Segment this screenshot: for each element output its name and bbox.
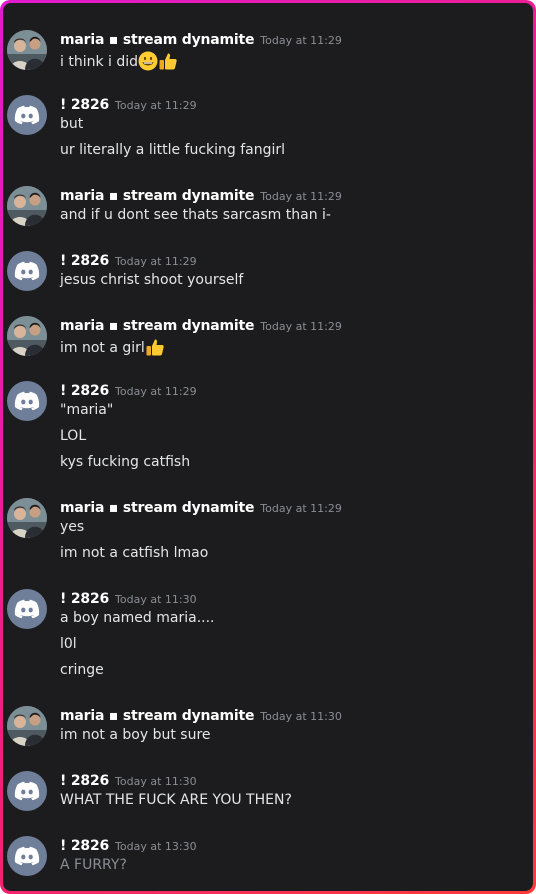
- message-header: ! 2826 Today at 11:29: [60, 94, 197, 114]
- message-text: but: [60, 116, 83, 132]
- user-avatar[interactable]: [7, 498, 47, 538]
- discord-logo-icon: [14, 599, 40, 619]
- message-text-content: im not a catfish lmao: [60, 545, 209, 561]
- message-text: i think i did: [60, 51, 178, 71]
- author-name[interactable]: maria ▪ stream dynamite: [60, 188, 254, 204]
- message-text: cringe: [60, 662, 104, 678]
- message-header: maria ▪ stream dynamite Today at 11:29: [60, 29, 342, 49]
- message-header: ! 2826 Today at 11:30: [60, 770, 197, 790]
- user-avatar[interactable]: [7, 316, 47, 356]
- message-timestamp: Today at 11:29: [260, 34, 342, 47]
- message-text-content: "maria": [60, 402, 114, 418]
- user-avatar[interactable]: [7, 186, 47, 226]
- message-header: ! 2826 Today at 11:29: [60, 380, 197, 400]
- message-text-content: LOL: [60, 428, 87, 444]
- thumbs-up-emoji-icon: [159, 53, 177, 70]
- message-text: "maria": [60, 402, 113, 418]
- author-name[interactable]: ! 2826: [60, 97, 109, 113]
- message-timestamp: Today at 11:29: [115, 255, 197, 268]
- message-text: kys fucking catfish: [60, 454, 190, 470]
- message-text: im not a boy but sure: [60, 727, 211, 743]
- discord-logo-icon: [14, 391, 40, 411]
- message-text-content: but: [60, 116, 84, 132]
- user-avatar[interactable]: [7, 30, 47, 70]
- message-text-content: yes: [60, 519, 85, 535]
- message-text-content: i think i did: [60, 54, 139, 70]
- author-name[interactable]: ! 2826: [60, 838, 109, 854]
- message-timestamp: Today at 13:30: [115, 840, 197, 853]
- message-text: im not a catfish lmao: [60, 545, 208, 561]
- message-header: maria ▪ stream dynamite Today at 11:30: [60, 705, 342, 725]
- discord-default-avatar[interactable]: [7, 771, 47, 811]
- message-text: LOL: [60, 428, 86, 444]
- discord-default-avatar[interactable]: [7, 589, 47, 629]
- message-timestamp: Today at 11:29: [115, 385, 197, 398]
- message-text: yes: [60, 519, 84, 535]
- chat-log: maria ▪ stream dynamite Today at 11:29 i t…: [3, 3, 533, 891]
- author-name[interactable]: ! 2826: [60, 773, 109, 789]
- author-name[interactable]: ! 2826: [60, 383, 109, 399]
- message-header: ! 2826 Today at 11:29: [60, 250, 197, 270]
- message-header: ! 2826 Today at 13:30: [60, 835, 197, 855]
- message-text-content: A FURRY?: [60, 857, 127, 873]
- thumbs-up-emoji-icon: [146, 339, 164, 356]
- author-name[interactable]: ! 2826: [60, 591, 109, 607]
- message-text: im not a girl: [60, 337, 165, 357]
- discord-logo-icon: [14, 781, 40, 801]
- message-text-content: jesus christ shoot yourself: [60, 272, 244, 288]
- discord-logo-icon: [14, 261, 40, 281]
- author-name[interactable]: maria ▪ stream dynamite: [60, 708, 254, 724]
- message-timestamp: Today at 11:29: [260, 190, 342, 203]
- grinning-face-emoji-icon: [138, 51, 158, 71]
- author-name[interactable]: ! 2826: [60, 253, 109, 269]
- message-text: l0l: [60, 636, 77, 652]
- message-timestamp: Today at 11:29: [260, 320, 342, 333]
- message-header: maria ▪ stream dynamite Today at 11:29: [60, 497, 342, 517]
- message-text-content: WHAT THE FUCK ARE YOU THEN?: [60, 792, 292, 808]
- message-text: WHAT THE FUCK ARE YOU THEN?: [60, 792, 292, 808]
- message-header: ! 2826 Today at 11:30: [60, 588, 197, 608]
- message-text-content: a boy named maria....: [60, 610, 215, 626]
- message-header: maria ▪ stream dynamite Today at 11:29: [60, 315, 342, 335]
- message-timestamp: Today at 11:30: [115, 593, 197, 606]
- message-timestamp: Today at 11:29: [260, 502, 342, 515]
- discord-default-avatar[interactable]: [7, 381, 47, 421]
- message-header: maria ▪ stream dynamite Today at 11:29: [60, 185, 342, 205]
- profile-photo-icon: [7, 186, 47, 226]
- discord-default-avatar[interactable]: [7, 95, 47, 135]
- message-text-content: kys fucking catfish: [60, 454, 191, 470]
- message-text-content: and if u dont see thats sarcasm than i-: [60, 207, 331, 223]
- author-name[interactable]: maria ▪ stream dynamite: [60, 32, 254, 48]
- message-timestamp: Today at 11:30: [260, 710, 342, 723]
- discord-logo-icon: [14, 105, 40, 125]
- message-text-content: im not a girl: [60, 340, 145, 356]
- discord-default-avatar[interactable]: [7, 836, 47, 876]
- message-text-content: l0l: [60, 636, 77, 652]
- message-text: and if u dont see thats sarcasm than i-: [60, 207, 331, 223]
- message-text: ur literally a little fucking fangirl: [60, 142, 285, 158]
- message-text-content: cringe: [60, 662, 104, 678]
- discord-default-avatar[interactable]: [7, 251, 47, 291]
- screenshot-frame: maria ▪ stream dynamite Today at 11:29 i t…: [0, 0, 536, 894]
- message-text: A FURRY?: [60, 857, 127, 873]
- profile-photo-icon: [7, 706, 47, 746]
- message-text: a boy named maria....: [60, 610, 215, 626]
- profile-photo-icon: [7, 498, 47, 538]
- message-timestamp: Today at 11:30: [115, 775, 197, 788]
- discord-logo-icon: [14, 846, 40, 866]
- author-name[interactable]: maria ▪ stream dynamite: [60, 318, 254, 334]
- user-avatar[interactable]: [7, 706, 47, 746]
- message-text-content: im not a boy but sure: [60, 727, 211, 743]
- message-text: jesus christ shoot yourself: [60, 272, 243, 288]
- message-text-content: ur literally a little fucking fangirl: [60, 142, 286, 158]
- message-timestamp: Today at 11:29: [115, 99, 197, 112]
- profile-photo-icon: [7, 316, 47, 356]
- author-name[interactable]: maria ▪ stream dynamite: [60, 500, 254, 516]
- profile-photo-icon: [7, 30, 47, 70]
